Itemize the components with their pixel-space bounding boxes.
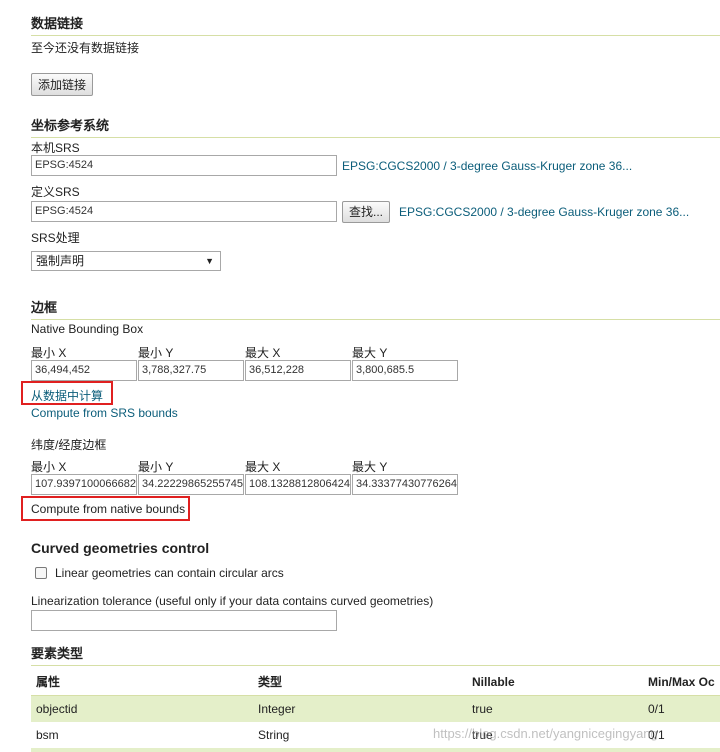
table-row: objectid Integer true 0/1 <box>31 696 720 722</box>
srs-handling-value: 强制声明 <box>36 254 85 268</box>
circular-arcs-checkbox[interactable] <box>35 567 47 579</box>
declared-srs-input[interactable]: EPSG:4524 <box>31 201 337 222</box>
native-min-y-input[interactable]: 3,788,327.75 <box>138 360 244 381</box>
header-type: 类型 <box>258 675 283 689</box>
row-type: Integer <box>258 702 296 716</box>
declared-srs-label: 定义SRS <box>31 185 80 199</box>
row-attribute: objectid <box>36 702 78 716</box>
srs-handling-label: SRS处理 <box>31 231 80 245</box>
native-srs-link[interactable]: EPSG:CGCS2000 / 3-degree Gauss-Kruger zo… <box>342 159 632 173</box>
curved-geometries-title: Curved geometries control <box>31 540 210 556</box>
crs-title: 坐标参考系统 <box>31 115 720 138</box>
native-max-y-label: 最大 Y <box>352 346 388 360</box>
linearization-tolerance-label: Linearization tolerance (useful only if … <box>31 594 434 608</box>
linearization-tolerance-input[interactable] <box>31 610 337 631</box>
table-row-partial <box>31 748 720 752</box>
row-type: String <box>258 728 290 742</box>
row-nillable: true <box>472 702 493 716</box>
native-max-y-input[interactable]: 3,800,685.5 <box>352 360 458 381</box>
compute-from-srs-link[interactable]: Compute from SRS bounds <box>31 406 178 420</box>
feature-type-title: 要素类型 <box>31 643 720 666</box>
dropdown-arrow-icon: ▼ <box>205 256 214 266</box>
header-nillable: Nillable <box>472 675 515 689</box>
bbox-title: 边框 <box>31 297 720 320</box>
native-max-x-label: 最大 X <box>245 346 281 360</box>
latlon-bbox-label: 纬度/经度边框 <box>31 438 107 452</box>
native-bbox-label: Native Bounding Box <box>31 322 144 336</box>
compute-from-native-link[interactable]: Compute from native bounds <box>31 502 185 516</box>
header-attribute: 属性 <box>36 675 61 689</box>
native-max-x-input[interactable]: 36,512,228 <box>245 360 351 381</box>
compute-from-data-link[interactable]: 从数据中计算 <box>31 387 103 404</box>
circular-arcs-label: Linear geometries can contain circular a… <box>55 566 284 580</box>
native-min-x-label: 最小 X <box>31 346 67 360</box>
add-link-button[interactable]: 添加链接 <box>31 73 94 96</box>
latlon-max-y-label: 最大 Y <box>352 460 388 474</box>
latlon-min-y-input[interactable]: 34.22229865255745 <box>138 474 244 495</box>
row-minmax: 0/1 <box>648 702 665 716</box>
latlon-min-x-input[interactable]: 107.93971000666824 <box>31 474 137 495</box>
latlon-max-x-input[interactable]: 108.13288128064246 <box>245 474 351 495</box>
declared-srs-link[interactable]: EPSG:CGCS2000 / 3-degree Gauss-Kruger zo… <box>399 205 689 219</box>
latlon-max-y-input[interactable]: 34.33377430776264 <box>352 474 458 495</box>
data-links-empty-text: 至今还没有数据链接 <box>31 41 140 55</box>
native-srs-label: 本机SRS <box>31 141 80 155</box>
native-min-y-label: 最小 Y <box>138 346 174 360</box>
row-attribute: bsm <box>36 728 59 742</box>
watermark: https://blog.csdn.net/yangnicegingyang <box>433 726 658 741</box>
header-minmax: Min/Max Oc <box>648 675 715 689</box>
data-links-title: 数据链接 <box>31 13 720 36</box>
latlon-max-x-label: 最大 X <box>245 460 281 474</box>
table-header-row: 属性 类型 Nillable Min/Max Oc <box>31 669 720 696</box>
latlon-min-y-label: 最小 Y <box>138 460 174 474</box>
find-srs-button[interactable]: 查找... <box>342 201 391 223</box>
native-srs-input[interactable]: EPSG:4524 <box>31 155 337 176</box>
srs-handling-select[interactable]: 强制声明 ▼ <box>31 251 221 271</box>
native-min-x-input[interactable]: 36,494,452 <box>31 360 137 381</box>
latlon-min-x-label: 最小 X <box>31 460 67 474</box>
